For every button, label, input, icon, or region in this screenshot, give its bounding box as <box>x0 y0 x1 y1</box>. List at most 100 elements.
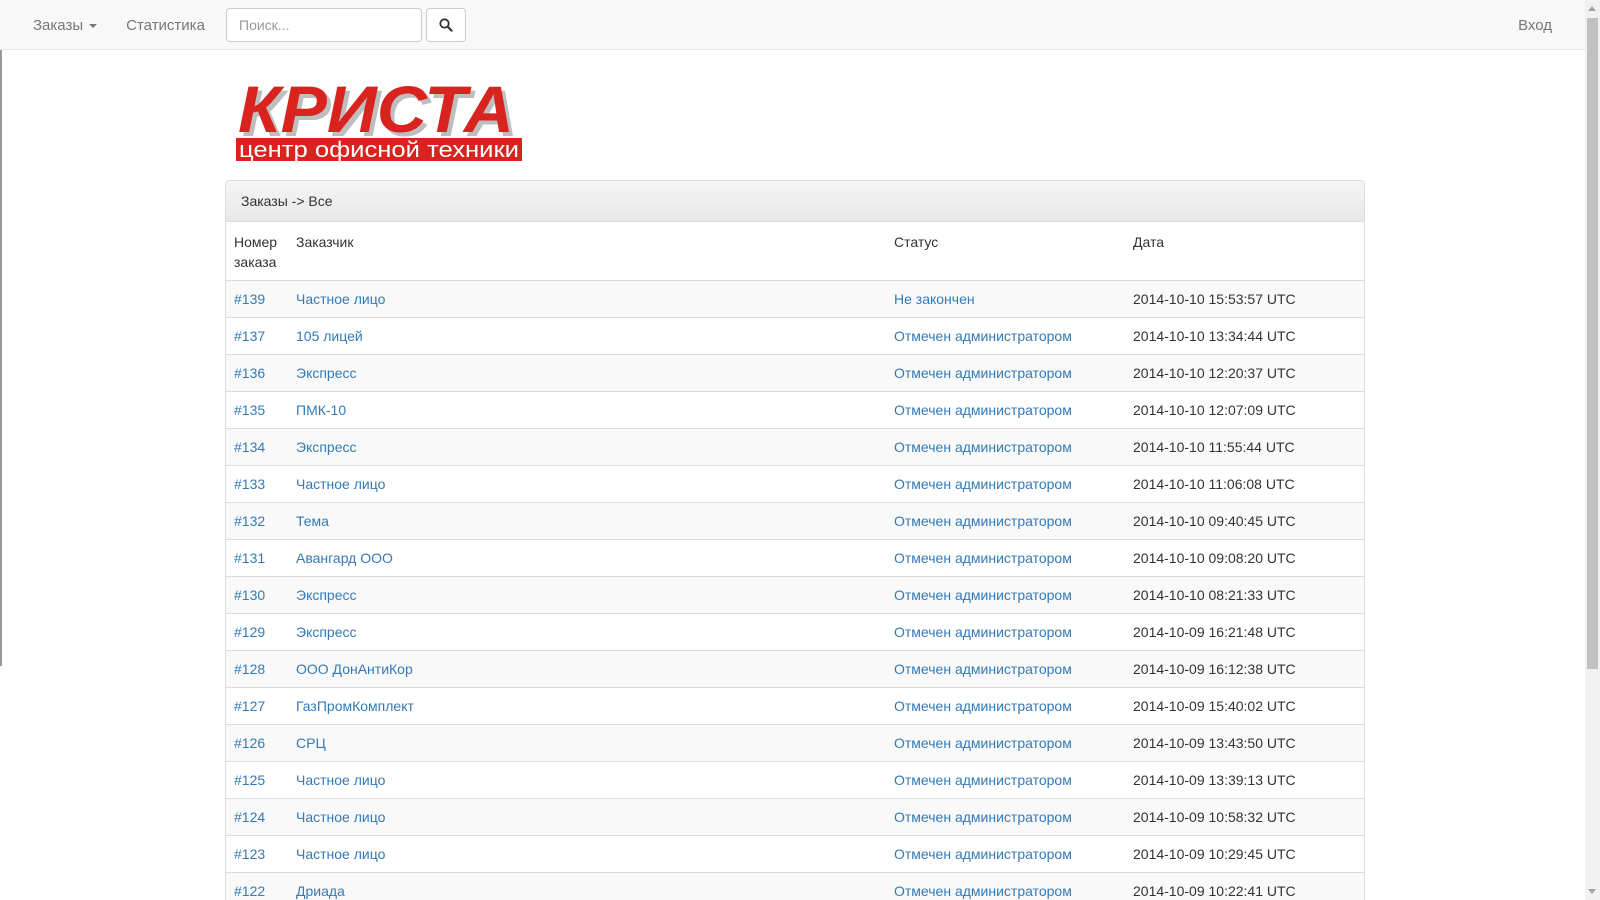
customer-link[interactable]: Экспресс <box>296 587 357 603</box>
order-date: 2014-10-10 09:08:20 UTC <box>1133 550 1296 566</box>
table-cell-number: #133 <box>226 465 288 503</box>
order-number-link[interactable]: #123 <box>234 846 265 862</box>
customer-link[interactable]: ООО ДонАнтиКор <box>296 661 413 677</box>
customer-link[interactable]: ПМК-10 <box>296 402 346 418</box>
scroll-up-arrow-icon[interactable] <box>1588 6 1596 11</box>
table-cell-number: #139 <box>226 281 288 318</box>
orders-dropdown[interactable]: Заказы <box>33 17 98 34</box>
customer-link[interactable]: Экспресс <box>296 624 357 640</box>
table-cell-date: 2014-10-10 12:07:09 UTC <box>1125 391 1364 429</box>
status-link[interactable]: Не закончен <box>894 291 975 307</box>
table-header-row: Номер заказа Заказчик Статус Дата <box>226 222 1364 281</box>
status-link[interactable]: Отмечен администратором <box>894 439 1072 455</box>
customer-link[interactable]: ГазПромКомплект <box>296 698 414 714</box>
nav-left-group: Заказы Статистика <box>33 0 205 50</box>
order-date: 2014-10-09 15:40:02 UTC <box>1133 698 1296 714</box>
table-cell-number: #130 <box>226 576 288 614</box>
order-number-link[interactable]: #135 <box>234 402 265 418</box>
customer-link[interactable]: Тема <box>296 513 329 529</box>
customer-link[interactable]: Дриада <box>296 883 345 899</box>
scroll-down-arrow-icon[interactable] <box>1588 889 1596 894</box>
table-cell-number: #128 <box>226 650 288 688</box>
table-cell-number: #124 <box>226 798 288 836</box>
table-row: #128 ООО ДонАнтиКор Отмечен администраторо… <box>226 650 1364 688</box>
search-input[interactable] <box>226 8 422 42</box>
table-cell-number: #126 <box>226 724 288 762</box>
order-number-link[interactable]: #128 <box>234 661 265 677</box>
status-link[interactable]: Отмечен администратором <box>894 661 1072 677</box>
status-link[interactable]: Отмечен администратором <box>894 735 1072 751</box>
order-number-link[interactable]: #131 <box>234 550 265 566</box>
table-cell-number: #134 <box>226 428 288 466</box>
status-link[interactable]: Отмечен администратором <box>894 698 1072 714</box>
table-cell-date: 2014-10-09 10:58:32 UTC <box>1125 798 1364 836</box>
table-cell-status: Не закончен <box>886 281 1125 318</box>
login-link[interactable]: Вход <box>1518 0 1552 50</box>
order-number-link[interactable]: #134 <box>234 439 265 455</box>
scrollbar-thumb[interactable] <box>1587 18 1598 669</box>
customer-link[interactable]: Частное лицо <box>296 846 385 862</box>
table-cell-status: Отмечен администратором <box>886 613 1125 651</box>
table-row: #137 105 лицей Отмечен администратором 2014… <box>226 317 1364 355</box>
table-row: #135 ПМК-10 Отмечен администратором 2014-10… <box>226 391 1364 429</box>
table-cell-customer: Частное лицо <box>288 835 886 873</box>
status-link[interactable]: Отмечен администратором <box>894 624 1072 640</box>
order-date: 2014-10-10 09:40:45 UTC <box>1133 513 1296 529</box>
order-number-link[interactable]: #130 <box>234 587 265 603</box>
order-number-link[interactable]: #124 <box>234 809 265 825</box>
status-link[interactable]: Отмечен администратором <box>894 402 1072 418</box>
table-cell-customer: Частное лицо <box>288 761 886 799</box>
order-number-link[interactable]: #133 <box>234 476 265 492</box>
customer-link[interactable]: Частное лицо <box>296 809 385 825</box>
table-cell-date: 2014-10-10 11:55:44 UTC <box>1125 428 1364 466</box>
customer-link[interactable]: Экспресс <box>296 439 357 455</box>
table-cell-number: #132 <box>226 502 288 540</box>
status-link[interactable]: Отмечен администратором <box>894 883 1072 899</box>
status-link[interactable]: Отмечен администратором <box>894 550 1072 566</box>
table-cell-date: 2014-10-10 11:06:08 UTC <box>1125 465 1364 503</box>
order-number-link[interactable]: #126 <box>234 735 265 751</box>
order-number-link[interactable]: #137 <box>234 328 265 344</box>
order-date: 2014-10-10 12:20:37 UTC <box>1133 365 1296 381</box>
customer-link[interactable]: Частное лицо <box>296 476 385 492</box>
status-link[interactable]: Отмечен администратором <box>894 476 1072 492</box>
scrollbar[interactable] <box>1585 0 1600 900</box>
customer-link[interactable]: Авангард ООО <box>296 550 393 566</box>
order-date: 2014-10-10 15:53:57 UTC <box>1133 291 1296 307</box>
status-link[interactable]: Отмечен администратором <box>894 772 1072 788</box>
statistics-link[interactable]: Статистика <box>126 17 205 34</box>
status-link[interactable]: Отмечен администратором <box>894 328 1072 344</box>
status-link[interactable]: Отмечен администратором <box>894 513 1072 529</box>
table-cell-customer: Экспресс <box>288 354 886 392</box>
order-number-link[interactable]: #132 <box>234 513 265 529</box>
status-link[interactable]: Отмечен администратором <box>894 587 1072 603</box>
order-number-link[interactable]: #136 <box>234 365 265 381</box>
table-cell-customer: ГазПромКомплект <box>288 687 886 725</box>
order-number-link[interactable]: #129 <box>234 624 265 640</box>
table-cell-status: Отмечен администратором <box>886 687 1125 725</box>
customer-link[interactable]: СРЦ <box>296 735 326 751</box>
table-cell-status: Отмечен администратором <box>886 317 1125 355</box>
order-date: 2014-10-09 16:21:48 UTC <box>1133 624 1296 640</box>
search-button[interactable] <box>426 8 466 42</box>
status-link[interactable]: Отмечен администратором <box>894 846 1072 862</box>
customer-link[interactable]: Экспресс <box>296 365 357 381</box>
table-cell-status: Отмечен администратором <box>886 724 1125 762</box>
table-cell-customer: СРЦ <box>288 724 886 762</box>
order-number-link[interactable]: #127 <box>234 698 265 714</box>
status-link[interactable]: Отмечен администратором <box>894 809 1072 825</box>
order-number-link[interactable]: #122 <box>234 883 265 899</box>
table-row: #131 Авангард ООО Отмечен администратором 2… <box>226 539 1364 577</box>
table-cell-date: 2014-10-10 12:20:37 UTC <box>1125 354 1364 392</box>
order-number-link[interactable]: #125 <box>234 772 265 788</box>
table-cell-date: 2014-10-10 08:21:33 UTC <box>1125 576 1364 614</box>
table-row: #124 Частное лицо Отмечен администратором 2… <box>226 798 1364 836</box>
order-number-link[interactable]: #139 <box>234 291 265 307</box>
table-cell-date: 2014-10-09 13:39:13 UTC <box>1125 761 1364 799</box>
customer-link[interactable]: 105 лицей <box>296 328 363 344</box>
customer-link[interactable]: Частное лицо <box>296 772 385 788</box>
customer-link[interactable]: Частное лицо <box>296 291 385 307</box>
status-link[interactable]: Отмечен администратором <box>894 365 1072 381</box>
table-cell-customer: Дриада <box>288 872 886 900</box>
table-row: #125 Частное лицо Отмечен администратором 2… <box>226 761 1364 799</box>
